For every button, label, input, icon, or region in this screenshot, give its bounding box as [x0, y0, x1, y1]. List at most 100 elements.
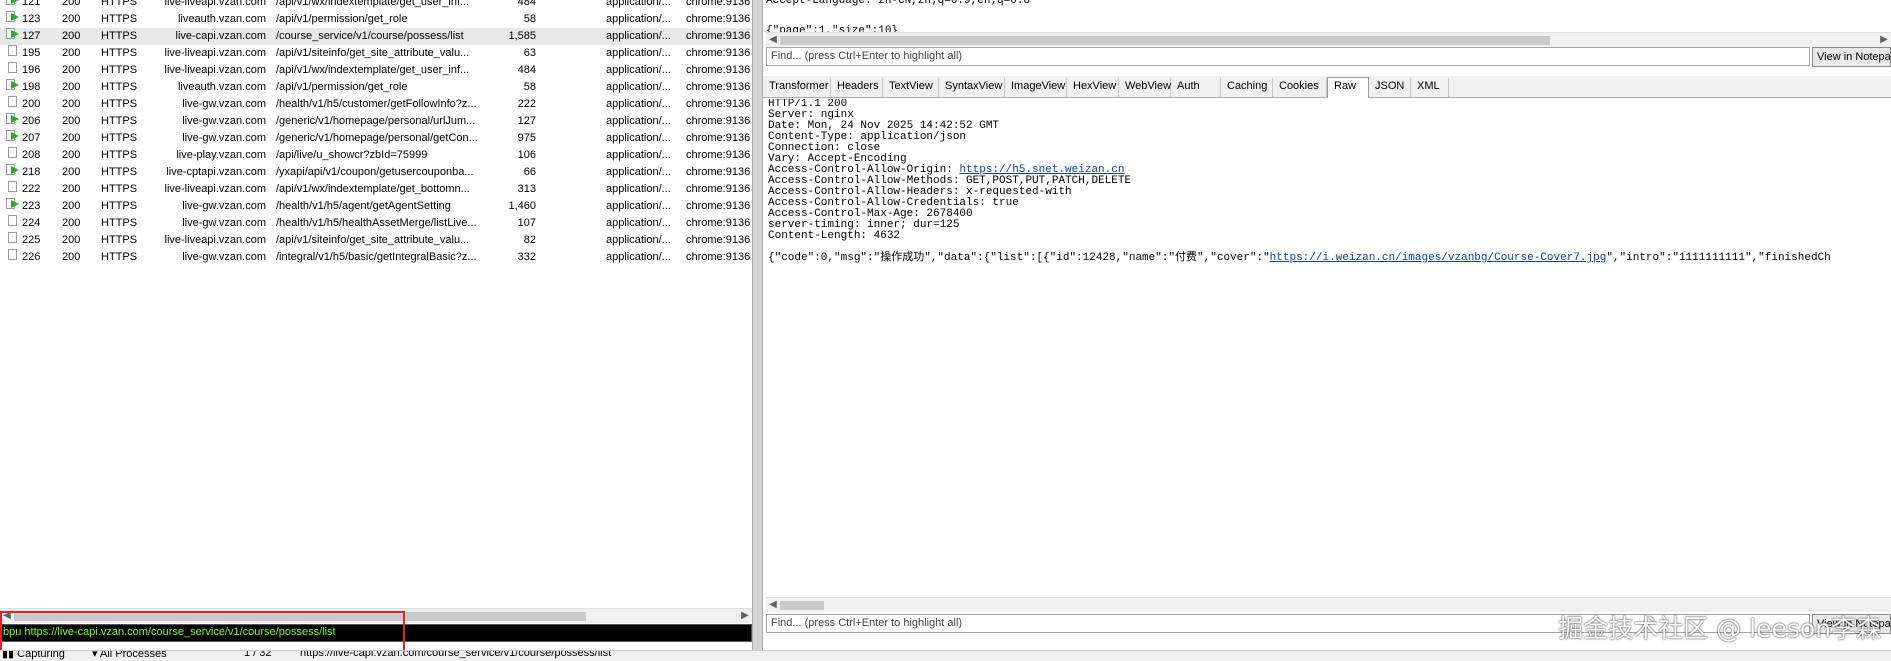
tab-imageview[interactable]: ImageView: [1005, 78, 1067, 97]
session-body-size: 58: [523, 13, 536, 25]
session-body-size: 484: [517, 64, 536, 76]
session-protocol: HTTPS: [101, 217, 138, 229]
scroll-right-arrow-icon[interactable]: ▶: [1877, 33, 1891, 47]
scroll-thumb[interactable]: [780, 601, 824, 610]
tab-headers[interactable]: Headers: [831, 78, 883, 97]
session-row[interactable]: 127 200 HTTPS live-capi.vzan.com/course_ser…: [0, 28, 752, 45]
session-row[interactable]: 218 200 HTTPS live-cptapi.vzan.com/yxapi/ap…: [0, 164, 752, 181]
response-raw-text: HTTP/1.1 200 Server: nginx Date: Mon, 24…: [768, 99, 1891, 597]
session-protocol: HTTPS: [101, 166, 138, 178]
session-url: /api/v1/wx/indextemplate/get_user_inf...: [276, 0, 470, 8]
session-row[interactable]: 206 200 HTTPS live-gw.vzan.com/generic/v1/h…: [0, 113, 752, 130]
tab-hexview[interactable]: HexView: [1067, 78, 1119, 97]
session-url: /health/v1/h5/agent/getAgentSetting: [276, 200, 451, 212]
session-protocol: HTTPS: [101, 149, 138, 161]
request-hscrollbar[interactable]: ◀ ▶: [766, 32, 1891, 47]
session-row[interactable]: 195 200 HTTPS live-liveapi.vzan.com/api/v1/…: [0, 45, 752, 62]
session-process: chrome:9136: [686, 98, 751, 110]
session-number: 223: [22, 200, 41, 212]
session-number: 206: [22, 115, 41, 127]
response-arrow-icon: [6, 28, 22, 45]
session-number: 121: [22, 0, 41, 8]
session-url: /integral/v1/h5/basic/getIntegralBasic?z…: [276, 251, 477, 263]
session-result: 200: [62, 81, 81, 93]
session-host: live-liveapi.vzan.com: [164, 0, 266, 8]
scroll-thumb[interactable]: [780, 36, 1550, 45]
scroll-left-arrow-icon[interactable]: ◀: [766, 33, 780, 47]
session-list[interactable]: 121 200 HTTPS live-liveapi.vzan.com/api/v1/…: [0, 0, 752, 608]
session-process: chrome:9136: [686, 64, 751, 76]
session-body-size: 63: [523, 47, 536, 59]
tab-webview[interactable]: WebView: [1119, 78, 1171, 97]
session-row[interactable]: 198 200 HTTPS liveauth.vzan.com/api/v1/perm…: [0, 79, 752, 96]
session-protocol: HTTPS: [101, 183, 138, 195]
session-number: 218: [22, 166, 41, 178]
session-protocol: HTTPS: [101, 64, 138, 76]
session-number: 196: [22, 64, 41, 76]
session-body-size: 484: [517, 0, 536, 8]
filter-icon: ▾: [92, 650, 100, 660]
session-process: chrome:9136: [686, 217, 751, 229]
session-result: 200: [62, 64, 81, 76]
session-row[interactable]: 226 200 HTTPS live-gw.vzan.com/integral/v1/…: [0, 249, 752, 266]
cover-link[interactable]: https://i.weizan.cn/images/vzanbg/Course…: [1270, 252, 1607, 264]
tab-auth[interactable]: Auth: [1171, 78, 1221, 97]
scroll-right-arrow-icon[interactable]: ▶: [738, 609, 752, 623]
session-row[interactable]: 196 200 HTTPS live-liveapi.vzan.com/api/v1/…: [0, 62, 752, 79]
process-filter[interactable]: ▾ All Processes: [92, 650, 167, 660]
session-host: live-gw.vzan.com: [182, 98, 266, 110]
tab-textview[interactable]: TextView: [883, 78, 939, 97]
request-view-in-notepad-button[interactable]: View in Notepad: [1812, 47, 1891, 67]
tab-caching[interactable]: Caching: [1221, 78, 1273, 97]
capturing-status[interactable]: ▮▮ Capturing: [2, 651, 65, 660]
session-content-type: application/...: [606, 251, 671, 263]
session-result: 200: [62, 200, 81, 212]
scroll-left-arrow-icon[interactable]: ◀: [766, 598, 780, 612]
session-host: live-gw.vzan.com: [182, 132, 266, 144]
session-host: live-play.vzan.com: [176, 149, 266, 161]
session-number: 200: [22, 98, 41, 110]
tab-raw[interactable]: Raw: [1327, 77, 1369, 98]
session-row[interactable]: 208 200 HTTPS live-play.vzan.com/api/live/u…: [0, 147, 752, 164]
session-row[interactable]: 200 200 HTTPS live-gw.vzan.com/health/v1/h5…: [0, 96, 752, 113]
session-process: chrome:9136: [686, 30, 751, 42]
status-bar: ▮▮ Capturing ▾ All Processes 1 / 32 http…: [0, 650, 1891, 661]
session-row[interactable]: 123 200 HTTPS liveauth.vzan.com/api/v1/perm…: [0, 11, 752, 28]
session-result: 200: [62, 149, 81, 161]
session-protocol: HTTPS: [101, 47, 138, 59]
request-find-input[interactable]: Find... (press Ctrl+Enter to highlight a…: [766, 47, 1810, 66]
session-url: /course_service/v1/course/possess/list: [276, 30, 464, 42]
session-number: 226: [22, 251, 41, 263]
session-content-type: application/...: [606, 64, 671, 76]
session-content-type: application/...: [606, 98, 671, 110]
session-content-type: application/...: [606, 200, 671, 212]
session-row[interactable]: 223 200 HTTPS live-gw.vzan.com/health/v1/h5…: [0, 198, 752, 215]
session-body-size: 313: [517, 183, 536, 195]
session-row[interactable]: 207 200 HTTPS live-gw.vzan.com/generic/v1/h…: [0, 130, 752, 147]
tab-cookies[interactable]: Cookies: [1273, 78, 1327, 97]
session-row[interactable]: 224 200 HTTPS live-gw.vzan.com/health/v1/h5…: [0, 215, 752, 232]
header-content-length: Content-Length: 4632: [768, 230, 901, 242]
session-process: chrome:9136: [686, 200, 751, 212]
response-doc-icon: [6, 62, 22, 79]
session-count: 1 / 32: [244, 650, 272, 659]
process-filter-label: All Processes: [99, 650, 167, 660]
session-row[interactable]: 225 200 HTTPS live-liveapi.vzan.com/api/v1/…: [0, 232, 752, 249]
pane-splitter[interactable]: [752, 0, 763, 650]
tab-xml[interactable]: XML: [1411, 78, 1449, 97]
session-protocol: HTTPS: [101, 98, 138, 110]
session-url: /api/v1/siteinfo/get_site_attribute_valu…: [276, 234, 470, 246]
session-content-type: application/...: [606, 0, 671, 8]
tab-transformer[interactable]: Transformer: [763, 78, 831, 97]
tab-syntaxview[interactable]: SyntaxView: [939, 78, 1005, 97]
session-row[interactable]: 222 200 HTTPS live-liveapi.vzan.com/api/v1/…: [0, 181, 752, 198]
session-row[interactable]: 121 200 HTTPS live-liveapi.vzan.com/api/v1/…: [0, 0, 752, 11]
session-process: chrome:9136: [686, 149, 751, 161]
session-process: chrome:9136: [686, 234, 751, 246]
tab-json[interactable]: JSON: [1369, 78, 1411, 97]
response-body-start: {"code":0,"msg":"操作成功","data":{"list":[{…: [768, 252, 1270, 264]
response-arrow-icon: [6, 164, 22, 181]
session-host: live-gw.vzan.com: [182, 217, 266, 229]
session-url: /generic/v1/homepage/personal/getCon...: [276, 132, 478, 144]
session-result: 200: [62, 183, 81, 195]
